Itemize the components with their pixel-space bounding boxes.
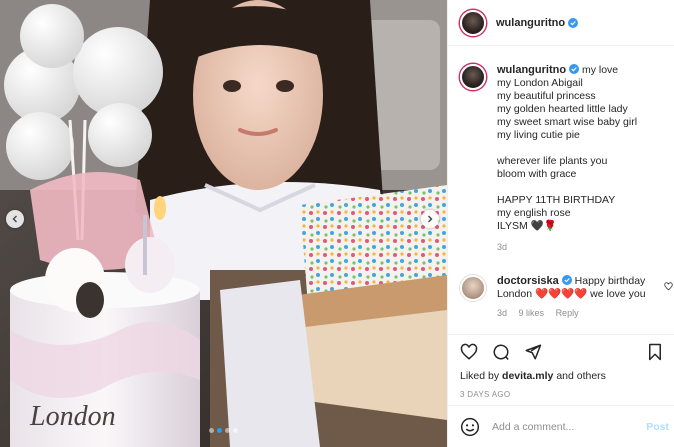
caption-username[interactable]: wulanguritno [497, 64, 566, 76]
caption-line: my sweet smart wise baby girl [497, 116, 638, 128]
carousel-indicator [0, 428, 447, 433]
avatar[interactable] [460, 275, 486, 301]
comment-age[interactable]: 3d [497, 308, 507, 318]
chevron-left-icon [12, 215, 17, 223]
likes-suffix[interactable]: and others [556, 370, 606, 382]
caption-line: wherever life plants you [497, 155, 608, 167]
caption-line: my London Abigail [497, 77, 583, 89]
comment-text: doctorsiska Happy birthday London ❤️❤️❤️… [497, 275, 647, 320]
carousel-dot [233, 428, 238, 433]
comment-input[interactable]: Add a comment... [492, 421, 646, 433]
caption-line: my golden hearted little lady [497, 103, 628, 115]
comment-item: doctorsiska Happy birthday London ❤️❤️❤️… [460, 275, 647, 320]
post-side-panel: wulanguritno wulanguritno my love my Lon… [447, 0, 674, 447]
instagram-post: London wulanguritno wulanguritno my love… [0, 0, 674, 447]
comments-section: wulanguritno my love my London Abigail m… [448, 46, 674, 334]
action-bar [460, 343, 663, 361]
comment-meta: 3d 9 likes Reply [497, 307, 647, 320]
avatar[interactable] [460, 9, 486, 36]
post-author-username[interactable]: wulanguritno [496, 17, 565, 29]
comment-icon[interactable] [492, 343, 510, 361]
heart-icon[interactable] [664, 282, 673, 291]
likes-prefix: Liked by [460, 370, 500, 382]
chevron-right-icon [428, 215, 433, 223]
caption-text: wulanguritno my love my London Abigail m… [497, 64, 647, 254]
caption: wulanguritno my love my London Abigail m… [460, 64, 647, 254]
bookmark-icon[interactable] [647, 343, 663, 361]
caption-age[interactable]: 3d [497, 241, 647, 254]
comment-likes[interactable]: 9 likes [519, 308, 545, 318]
caption-line: my love [581, 64, 619, 76]
post-comment-button[interactable]: Post [646, 421, 669, 433]
share-icon[interactable] [524, 343, 542, 361]
verified-icon [561, 275, 572, 285]
carousel-prev-button[interactable] [6, 210, 24, 228]
post-timestamp[interactable]: 3 DAYS AGO [460, 390, 663, 399]
add-comment-bar: Add a comment... Post [448, 405, 674, 447]
heart-icon[interactable] [460, 343, 478, 361]
avatar[interactable] [460, 64, 486, 90]
verified-icon [568, 17, 579, 28]
caption-line: bloom with grace [497, 168, 577, 180]
emoji-icon[interactable] [460, 417, 480, 437]
caption-line: my beautiful princess [497, 90, 596, 102]
likes-user-link[interactable]: devita.mly [502, 370, 553, 382]
likes-summary: Liked by devita.mly and others [460, 370, 663, 382]
carousel-dot [217, 428, 222, 433]
caption-line: my living cutie pie [497, 129, 580, 141]
carousel-next-button[interactable] [421, 210, 439, 228]
carousel-dot [225, 428, 230, 433]
caption-line: my english rose [497, 207, 571, 219]
comment-reply-button[interactable]: Reply [556, 308, 579, 318]
comment-username[interactable]: doctorsiska [497, 275, 559, 287]
caption-line: HAPPY 11TH BIRTHDAY [497, 194, 616, 206]
carousel-dot [209, 428, 214, 433]
post-actions: Liked by devita.mly and others 3 DAYS AG… [448, 334, 674, 399]
post-photo[interactable]: London [0, 0, 447, 447]
verified-icon [569, 64, 580, 74]
caption-line: ILYSM 🖤🌹 [497, 220, 557, 232]
post-header: wulanguritno [448, 0, 674, 46]
birthday-photo-illustration: London [0, 0, 447, 447]
